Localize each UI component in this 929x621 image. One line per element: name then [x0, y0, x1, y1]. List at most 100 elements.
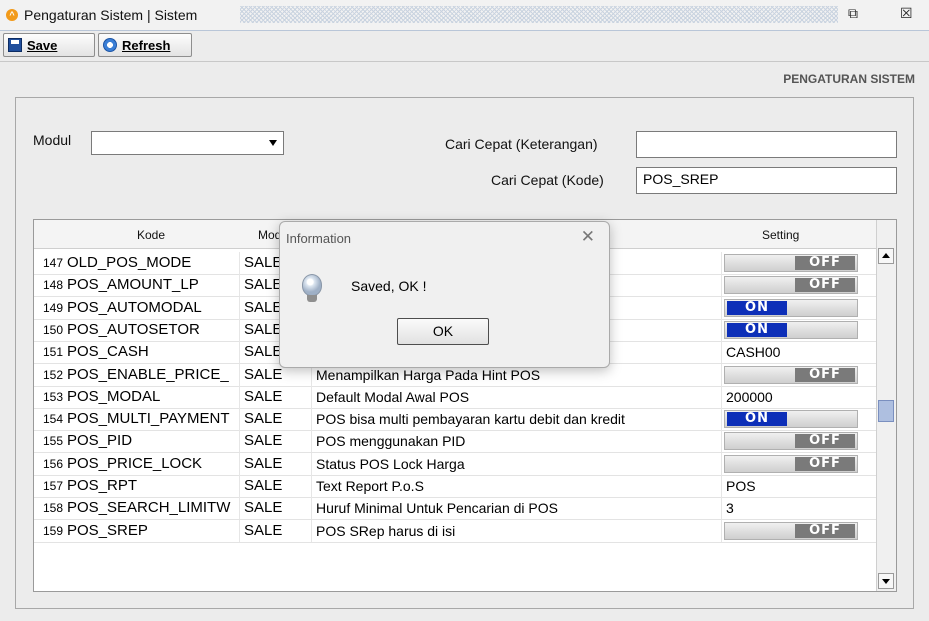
- close-icon[interactable]: ☒: [900, 6, 913, 22]
- dialog-title: Information: [286, 231, 352, 246]
- cell-kode: POS_PID: [65, 430, 240, 453]
- cell-keterangan: POS SRep harus di isi: [312, 519, 722, 542]
- modul-select[interactable]: [91, 131, 284, 155]
- cell-kode: POS_RPT: [65, 475, 240, 497]
- setting-toggle[interactable]: OFF: [724, 454, 858, 473]
- cell-modul: SALE: [240, 430, 312, 453]
- table-row[interactable]: 153 POS_MODAL SALE Default Modal Awal POS 20…: [34, 385, 878, 409]
- dialog-message: Saved, OK !: [351, 278, 427, 294]
- setting-toggle[interactable]: ON: [724, 320, 858, 339]
- vertical-scrollbar[interactable]: [876, 220, 896, 591]
- cell-setting[interactable]: OFF: [722, 364, 878, 386]
- table-row[interactable]: 157 POS_RPT SALE Text Report P.o.S POS: [34, 475, 878, 498]
- cell-keterangan: Huruf Minimal Untuk Pencarian di POS: [312, 497, 722, 520]
- cell-keterangan: POS bisa multi pembayaran kartu debit da…: [312, 408, 722, 431]
- row-number: 153: [42, 389, 63, 404]
- cell-setting[interactable]: OFF: [722, 453, 878, 475]
- toolbar: Save Refresh: [0, 31, 929, 62]
- scroll-down-icon[interactable]: [878, 573, 894, 589]
- cell-keterangan: Status POS Lock Harga: [312, 452, 722, 475]
- cell-modul: SALE: [240, 519, 312, 542]
- toggle-knob-label: OFF: [795, 278, 855, 293]
- cell-kode: POS_SEARCH_LIMITW: [65, 497, 240, 520]
- refresh-icon: [103, 38, 117, 52]
- save-button[interactable]: Save: [3, 33, 95, 57]
- cell-kode: POS_CASH: [65, 341, 240, 364]
- cell-setting[interactable]: OFF: [722, 252, 878, 274]
- scroll-up-icon[interactable]: [878, 248, 894, 264]
- refresh-button[interactable]: Refresh: [98, 33, 192, 57]
- toggle-knob-label: ON: [727, 322, 787, 337]
- ok-button[interactable]: OK: [397, 318, 489, 345]
- table-row[interactable]: 156 POS_PRICE_LOCK SALE Status POS Lock Har…: [34, 452, 878, 476]
- column-header-modul[interactable]: Mod: [258, 228, 281, 242]
- cell-modul: SALE: [240, 452, 312, 475]
- row-number: 158: [42, 501, 63, 516]
- toggle-knob-label: ON: [727, 300, 787, 315]
- toggle-knob-label: ON: [727, 412, 787, 427]
- cell-kode: POS_ENABLE_PRICE_: [65, 363, 240, 386]
- row-number: 159: [42, 523, 63, 538]
- toggle-knob-label: OFF: [795, 434, 855, 449]
- cell-setting[interactable]: CASH00: [722, 341, 878, 363]
- setting-toggle[interactable]: OFF: [724, 365, 858, 384]
- toggle-knob-label: OFF: [795, 523, 855, 538]
- cell-setting[interactable]: 200000: [722, 386, 878, 408]
- cell-setting[interactable]: OFF: [722, 430, 878, 452]
- cell-setting[interactable]: OFF: [722, 274, 878, 296]
- row-number: 152: [42, 367, 63, 382]
- cell-setting[interactable]: 3: [722, 497, 878, 519]
- cell-setting[interactable]: OFF: [722, 520, 878, 542]
- table-row[interactable]: 158 POS_SEARCH_LIMITW SALE Huruf Minimal Un…: [34, 497, 878, 521]
- row-number: 150: [42, 322, 63, 337]
- dialog-close-icon[interactable]: ✕: [581, 227, 595, 247]
- cell-kode: POS_MODAL: [65, 385, 240, 408]
- setting-toggle[interactable]: ON: [724, 410, 858, 429]
- table-row[interactable]: 154 POS_MULTI_PAYMENT SALE POS bisa multi p…: [34, 408, 878, 432]
- lightbulb-base: [307, 295, 317, 302]
- title-bar: ^ Pengaturan Sistem | Sistem ⧉ ☒: [0, 0, 929, 31]
- cell-setting[interactable]: POS: [722, 475, 878, 497]
- refresh-button-label: Refresh: [122, 37, 171, 53]
- toggle-knob-label: OFF: [795, 367, 855, 382]
- cell-kode: POS_AUTOMODAL: [65, 296, 240, 319]
- search-code-input[interactable]: POS_SREP: [636, 167, 897, 194]
- table-row[interactable]: 155 POS_PID SALE POS menggunakan PID OFF: [34, 430, 878, 454]
- row-number: 151: [42, 345, 63, 360]
- column-header-kode[interactable]: Kode: [137, 228, 165, 242]
- app-icon: ^: [6, 9, 18, 21]
- cell-keterangan: POS menggunakan PID: [312, 430, 722, 453]
- row-number: 155: [42, 434, 63, 449]
- search-desc-input[interactable]: [636, 131, 897, 158]
- toggle-knob-label: OFF: [795, 456, 855, 471]
- setting-toggle[interactable]: OFF: [724, 521, 858, 540]
- column-header-setting[interactable]: Setting: [762, 228, 799, 242]
- cell-keterangan: Text Report P.o.S: [312, 475, 722, 497]
- cell-setting[interactable]: ON: [722, 408, 878, 430]
- setting-toggle[interactable]: OFF: [724, 254, 858, 272]
- setting-toggle[interactable]: OFF: [724, 276, 858, 295]
- toggle-knob-label: OFF: [795, 256, 855, 270]
- cell-kode: POS_AUTOSETOR: [65, 318, 240, 341]
- title-bar-grip[interactable]: [240, 6, 838, 23]
- row-number: 157: [42, 479, 63, 493]
- cell-kode: POS_SREP: [65, 519, 240, 542]
- cell-modul: SALE: [240, 497, 312, 520]
- setting-toggle[interactable]: OFF: [724, 432, 858, 451]
- cell-setting[interactable]: ON: [722, 297, 878, 319]
- row-number: 148: [42, 278, 63, 293]
- cell-keterangan: Default Modal Awal POS: [312, 385, 722, 408]
- scroll-thumb[interactable]: [878, 400, 894, 422]
- chevron-down-icon[interactable]: [269, 140, 277, 146]
- row-number: 147: [42, 256, 63, 270]
- cell-kode: POS_AMOUNT_LP: [65, 274, 240, 297]
- table-row[interactable]: 159 POS_SREP SALE POS SRep harus di isi OFF: [34, 519, 878, 543]
- cell-setting[interactable]: ON: [722, 319, 878, 341]
- row-number: 149: [42, 300, 63, 315]
- floppy-disk-icon: [8, 38, 22, 52]
- section-title: PENGATURAN SISTEM: [783, 72, 915, 86]
- lightbulb-icon: [302, 274, 322, 296]
- cell-modul: SALE: [240, 475, 312, 497]
- setting-toggle[interactable]: ON: [724, 298, 858, 317]
- restore-icon[interactable]: ⧉: [848, 6, 858, 22]
